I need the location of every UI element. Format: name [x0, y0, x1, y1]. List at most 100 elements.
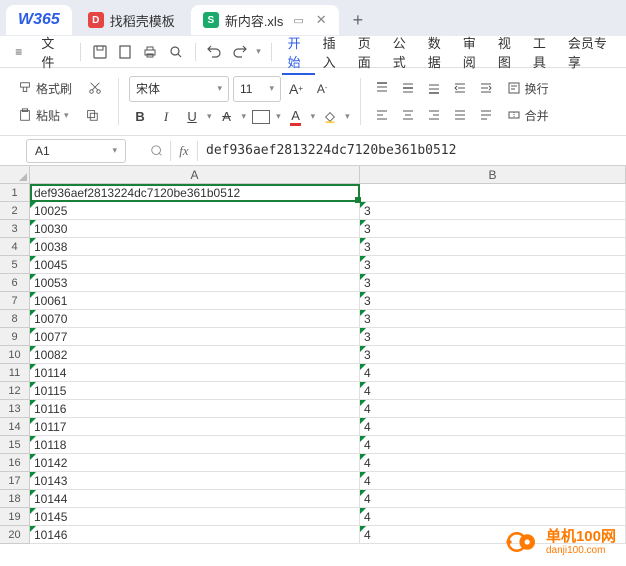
- new-tab-button[interactable]: +: [343, 10, 374, 31]
- cell[interactable]: def936aef2813224dc7120be361b0512: [30, 184, 360, 202]
- chevron-down-icon[interactable]: ▾: [345, 111, 350, 122]
- align-bottom-button[interactable]: [423, 77, 445, 99]
- row-header[interactable]: 5: [0, 256, 30, 274]
- ribbon-tab-page[interactable]: 页面: [352, 29, 385, 75]
- row-header[interactable]: 10: [0, 346, 30, 364]
- cell[interactable]: 4: [360, 472, 626, 490]
- cell[interactable]: 3: [360, 328, 626, 346]
- cell[interactable]: 10144: [30, 490, 360, 508]
- cell[interactable]: 10114: [30, 364, 360, 382]
- formula-input[interactable]: def936aef2813224dc7120be361b0512: [198, 139, 626, 163]
- indent-left-button[interactable]: [449, 77, 471, 99]
- copy-button[interactable]: [79, 105, 105, 125]
- ribbon-tab-member[interactable]: 会员专享: [562, 29, 616, 75]
- cell[interactable]: 4: [360, 490, 626, 508]
- ribbon-tab-insert[interactable]: 插入: [317, 29, 350, 75]
- cell[interactable]: 4: [360, 364, 626, 382]
- cell[interactable]: 10070: [30, 310, 360, 328]
- row-header[interactable]: 3: [0, 220, 30, 238]
- cell[interactable]: 10145: [30, 508, 360, 526]
- cell[interactable]: 10117: [30, 418, 360, 436]
- bold-button[interactable]: B: [129, 106, 151, 128]
- cell[interactable]: 10025: [30, 202, 360, 220]
- underline-button[interactable]: U: [181, 106, 203, 128]
- row-header[interactable]: 4: [0, 238, 30, 256]
- row-header[interactable]: 19: [0, 508, 30, 526]
- cell[interactable]: 3: [360, 292, 626, 310]
- redo-icon[interactable]: [231, 42, 248, 62]
- ribbon-tab-review[interactable]: 审阅: [457, 29, 490, 75]
- template-tab[interactable]: D 找稻壳模板: [76, 5, 187, 35]
- font-color-button[interactable]: A: [285, 106, 307, 128]
- cell[interactable]: 10061: [30, 292, 360, 310]
- cell[interactable]: 10115: [30, 382, 360, 400]
- wrap-text-button[interactable]: 换行: [501, 77, 555, 100]
- ribbon-tab-start[interactable]: 开始: [282, 29, 315, 75]
- italic-button[interactable]: I: [155, 106, 177, 128]
- cell[interactable]: 4: [360, 454, 626, 472]
- chevron-down-icon[interactable]: ▾: [207, 111, 212, 122]
- font-size-select[interactable]: 11 ▾: [233, 76, 281, 102]
- ribbon-tab-tools[interactable]: 工具: [527, 29, 560, 75]
- chevron-down-icon[interactable]: ▾: [256, 46, 261, 57]
- cell[interactable]: 4: [360, 382, 626, 400]
- row-header[interactable]: 7: [0, 292, 30, 310]
- print-icon[interactable]: [142, 42, 159, 62]
- save-icon[interactable]: [91, 42, 108, 62]
- cell[interactable]: 3: [360, 202, 626, 220]
- row-header[interactable]: 2: [0, 202, 30, 220]
- align-justify-button[interactable]: [449, 104, 471, 126]
- cell[interactable]: 3: [360, 220, 626, 238]
- hamburger-icon[interactable]: ≡: [10, 42, 27, 62]
- paste-button[interactable]: 粘贴 ▾: [12, 104, 75, 127]
- format-painter-button[interactable]: 格式刷: [12, 77, 78, 100]
- cancel-formula-icon[interactable]: [144, 144, 170, 158]
- align-right-button[interactable]: [423, 104, 445, 126]
- cell[interactable]: [360, 184, 626, 202]
- orientation-button[interactable]: [475, 104, 497, 126]
- new-icon[interactable]: [116, 42, 133, 62]
- file-menu[interactable]: 文件: [35, 29, 70, 75]
- cell[interactable]: 4: [360, 508, 626, 526]
- cell[interactable]: 10030: [30, 220, 360, 238]
- row-header[interactable]: 16: [0, 454, 30, 472]
- cell[interactable]: 10038: [30, 238, 360, 256]
- strikethrough-button[interactable]: A: [216, 106, 238, 128]
- fill-color-button[interactable]: [319, 106, 341, 128]
- row-header[interactable]: 1: [0, 184, 30, 202]
- cell[interactable]: 10082: [30, 346, 360, 364]
- indent-right-button[interactable]: [475, 77, 497, 99]
- ribbon-tab-view[interactable]: 视图: [492, 29, 525, 75]
- column-header-b[interactable]: B: [360, 166, 626, 184]
- row-header[interactable]: 6: [0, 274, 30, 292]
- decrease-font-button[interactable]: A-: [311, 78, 333, 100]
- chevron-down-icon[interactable]: ▾: [242, 111, 247, 122]
- cell[interactable]: 3: [360, 346, 626, 364]
- close-tab-icon[interactable]: ✕: [316, 12, 327, 28]
- cell[interactable]: 3: [360, 256, 626, 274]
- select-all-corner[interactable]: [0, 166, 30, 184]
- cell[interactable]: 10146: [30, 526, 360, 544]
- row-header[interactable]: 13: [0, 400, 30, 418]
- row-header[interactable]: 8: [0, 310, 30, 328]
- ribbon-tab-formula[interactable]: 公式: [387, 29, 420, 75]
- cell[interactable]: 10143: [30, 472, 360, 490]
- cell[interactable]: 10118: [30, 436, 360, 454]
- chevron-down-icon[interactable]: ▾: [276, 111, 281, 122]
- align-left-button[interactable]: [371, 104, 393, 126]
- row-header[interactable]: 15: [0, 436, 30, 454]
- row-header[interactable]: 17: [0, 472, 30, 490]
- align-top-button[interactable]: [371, 77, 393, 99]
- column-header-a[interactable]: A: [30, 166, 360, 184]
- font-name-select[interactable]: 宋体 ▾: [129, 76, 229, 102]
- cell[interactable]: 10045: [30, 256, 360, 274]
- ribbon-tab-data[interactable]: 数据: [422, 29, 455, 75]
- cell[interactable]: 10116: [30, 400, 360, 418]
- align-middle-button[interactable]: [397, 77, 419, 99]
- cell[interactable]: 10053: [30, 274, 360, 292]
- fx-button[interactable]: fx: [171, 143, 197, 159]
- cell[interactable]: 3: [360, 274, 626, 292]
- cell[interactable]: 4: [360, 418, 626, 436]
- row-header[interactable]: 20: [0, 526, 30, 544]
- border-button[interactable]: [250, 106, 272, 128]
